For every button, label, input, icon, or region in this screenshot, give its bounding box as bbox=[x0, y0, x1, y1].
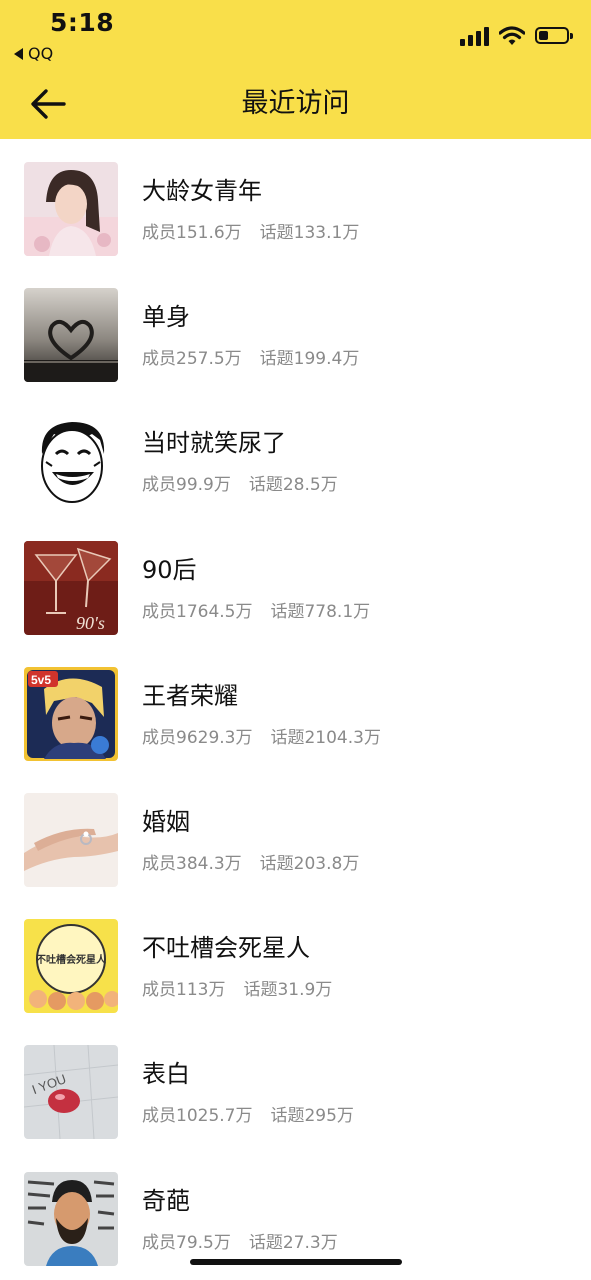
group-name: 王者荣耀 bbox=[142, 681, 238, 710]
topic-count: 话题31.9万 bbox=[243, 980, 333, 1001]
cocktail-glasses-icon: 90's bbox=[24, 540, 118, 635]
battery-icon bbox=[535, 27, 573, 44]
avatar-text: 5v5 bbox=[31, 673, 51, 687]
page-title: 最近访问 bbox=[241, 88, 350, 119]
group-stats: 成员79.5万 话题27.3万 bbox=[142, 1232, 338, 1254]
topic-count: 话题27.3万 bbox=[248, 1232, 338, 1253]
group-stats: 成员113万 话题31.9万 bbox=[142, 979, 332, 1001]
group-stats: 成员1025.7万 话题295万 bbox=[142, 1105, 354, 1127]
member-count: 成员1025.7万 bbox=[142, 1106, 253, 1127]
back-triangle-icon bbox=[14, 47, 23, 60]
member-count: 成员151.6万 bbox=[142, 223, 242, 243]
member-count: 成员384.3万 bbox=[142, 853, 242, 874]
avatar-text: 90's bbox=[76, 613, 105, 633]
woman-portrait-icon bbox=[24, 162, 118, 256]
book-heart-icon bbox=[24, 288, 118, 383]
group-name: 表白 bbox=[142, 1060, 190, 1089]
group-stats: 成员99.9万 话题28.5万 bbox=[142, 474, 338, 496]
group-item-6[interactable]: 不吐槽会死星人 不吐槽会死星人 成员113万 话题31.9万 bbox=[0, 896, 591, 1022]
group-stats: 成员384.3万 话题203.8万 bbox=[142, 853, 359, 875]
group-name: 奇葩 bbox=[142, 1186, 190, 1215]
status-time: 5:18 bbox=[50, 8, 115, 37]
member-count: 成员99.9万 bbox=[142, 475, 231, 496]
wifi-icon bbox=[499, 26, 525, 45]
member-count: 成员79.5万 bbox=[142, 1232, 231, 1253]
member-count: 成员1764.5万 bbox=[142, 601, 253, 622]
home-indicator[interactable] bbox=[190, 1259, 402, 1265]
cartoon-crowd-icon: 不吐槽会死星人 bbox=[24, 919, 118, 1014]
group-item-3[interactable]: 90's 90后 成员1764.5万 话题778.1万 bbox=[0, 518, 591, 644]
group-item-1[interactable]: 单身 成员257.5万 话题199.4万 bbox=[0, 265, 591, 391]
back-to-app-link[interactable]: QQ bbox=[14, 44, 53, 63]
group-item-7[interactable]: I YOU 表白 成员1025.7万 话题295万 bbox=[0, 1022, 591, 1148]
group-stats: 成员9629.3万 话题2104.3万 bbox=[142, 727, 381, 749]
avatar-text: 不吐槽会死星人 bbox=[36, 953, 107, 966]
ring-hand-icon bbox=[24, 792, 118, 887]
group-name: 单身 bbox=[142, 303, 190, 332]
group-stats: 成员257.5万 话题199.4万 bbox=[142, 348, 359, 370]
bearded-man-icon bbox=[24, 1171, 118, 1266]
group-name: 当时就笑尿了 bbox=[142, 429, 286, 458]
topic-count: 话题203.8万 bbox=[259, 853, 360, 874]
member-count: 成员113万 bbox=[142, 980, 226, 1001]
group-item-4[interactable]: 5v5 王者荣耀 成员9629.3万 话题2104.3万 bbox=[0, 644, 591, 770]
group-stats: 成员151.6万 话题133.1万 bbox=[142, 222, 359, 244]
back-app-label: QQ bbox=[28, 44, 54, 63]
topic-count: 话题199.4万 bbox=[259, 349, 360, 370]
group-item-5[interactable]: 婚姻 成员384.3万 话题203.8万 bbox=[0, 770, 591, 896]
laughing-meme-face-icon bbox=[24, 414, 118, 509]
header-bar: 5:18 QQ 最近访问 bbox=[0, 0, 591, 139]
group-stats: 成员1764.5万 话题778.1万 bbox=[142, 601, 370, 623]
topic-count: 话题2104.3万 bbox=[270, 727, 381, 748]
game-hero-icon: 5v5 bbox=[24, 666, 118, 761]
cellular-signal-icon bbox=[460, 26, 489, 46]
topic-count: 话题28.5万 bbox=[248, 475, 338, 496]
member-count: 成员9629.3万 bbox=[142, 727, 253, 748]
group-name: 大龄女青年 bbox=[142, 177, 262, 205]
topic-count: 话题295万 bbox=[270, 1106, 354, 1127]
group-item-2[interactable]: 当时就笑尿了 成员99.9万 话题28.5万 bbox=[0, 391, 591, 517]
status-icons bbox=[460, 22, 573, 46]
recent-groups-list: 大龄女青年 成员151.6万 话题133.1万 单身 成员257.5万 话题199.… bbox=[0, 139, 591, 1275]
group-item-0[interactable]: 大龄女青年 成员151.6万 话题133.1万 bbox=[0, 139, 591, 265]
member-count: 成员257.5万 bbox=[142, 349, 242, 370]
love-you-heart-icon: I YOU bbox=[24, 1045, 118, 1140]
group-name: 婚姻 bbox=[142, 807, 190, 836]
group-item-8[interactable]: 奇葩 成员79.5万 话题27.3万 bbox=[0, 1149, 591, 1275]
group-name: 不吐槽会死星人 bbox=[142, 934, 310, 963]
topic-count: 话题778.1万 bbox=[270, 601, 371, 622]
group-name: 90后 bbox=[142, 555, 197, 584]
topic-count: 话题133.1万 bbox=[259, 223, 360, 243]
